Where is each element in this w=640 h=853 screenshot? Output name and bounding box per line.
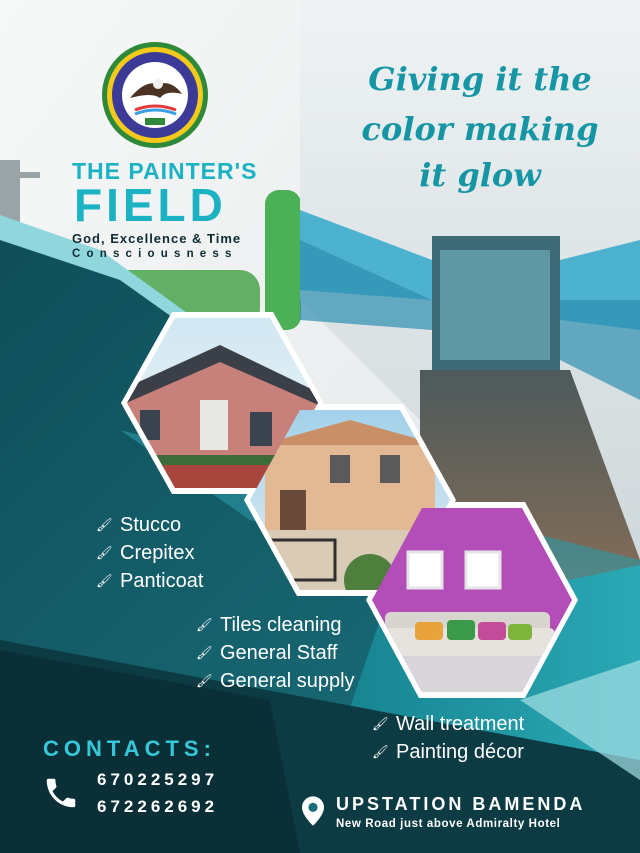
paint-brush-icon: 🖌︎	[196, 673, 213, 688]
phone-number[interactable]: 672262692	[97, 797, 218, 817]
service-item: 🖌︎ Crepitex	[96, 542, 195, 564]
motto-line2: Consciousness	[72, 248, 238, 260]
paint-brush-icon: 🖌︎	[196, 617, 213, 632]
contacts-title: CONTACTS:	[43, 736, 216, 761]
paint-brush-icon: 🖌︎	[196, 645, 213, 660]
paint-brush-icon: 🖌︎	[96, 517, 113, 532]
phone-number[interactable]: 670225297	[97, 770, 218, 790]
tagline-line1: Giving it the	[368, 60, 592, 98]
service-item: 🖌︎ Panticoat	[96, 570, 204, 592]
service-item: 🖌︎ Tiles cleaning	[196, 614, 342, 636]
service-item: 🖌︎ General supply	[196, 670, 355, 692]
paint-brush-icon: 🖌︎	[96, 545, 113, 560]
flyer: THE PAINTER'S FIELD God, Excellence & Ti…	[0, 0, 640, 853]
location-pin-icon	[302, 796, 324, 826]
service-item: 🖌︎ Wall treatment	[372, 713, 525, 735]
motto-line1: God, Excellence & Time	[72, 231, 242, 246]
tagline-line3: it glow	[419, 156, 541, 194]
phone-icon	[46, 778, 76, 808]
service-item: 🖌︎ General Staff	[196, 642, 338, 664]
tagline-line2: color making	[361, 110, 599, 148]
service-item: 🖌︎ Stucco	[96, 514, 182, 536]
location-title: UPSTATION BAMENDA	[336, 794, 586, 814]
paint-brush-icon: 🖌︎	[372, 716, 389, 731]
paint-brush-icon: 🖌︎	[96, 573, 113, 588]
location-address: New Road just above Admiralty Hotel	[336, 818, 561, 830]
paint-brush-icon: 🖌︎	[372, 744, 389, 759]
brand-name-line2: FIELD	[74, 179, 227, 231]
service-item: 🖌︎ Painting décor	[372, 741, 524, 763]
company-logo	[102, 42, 208, 148]
